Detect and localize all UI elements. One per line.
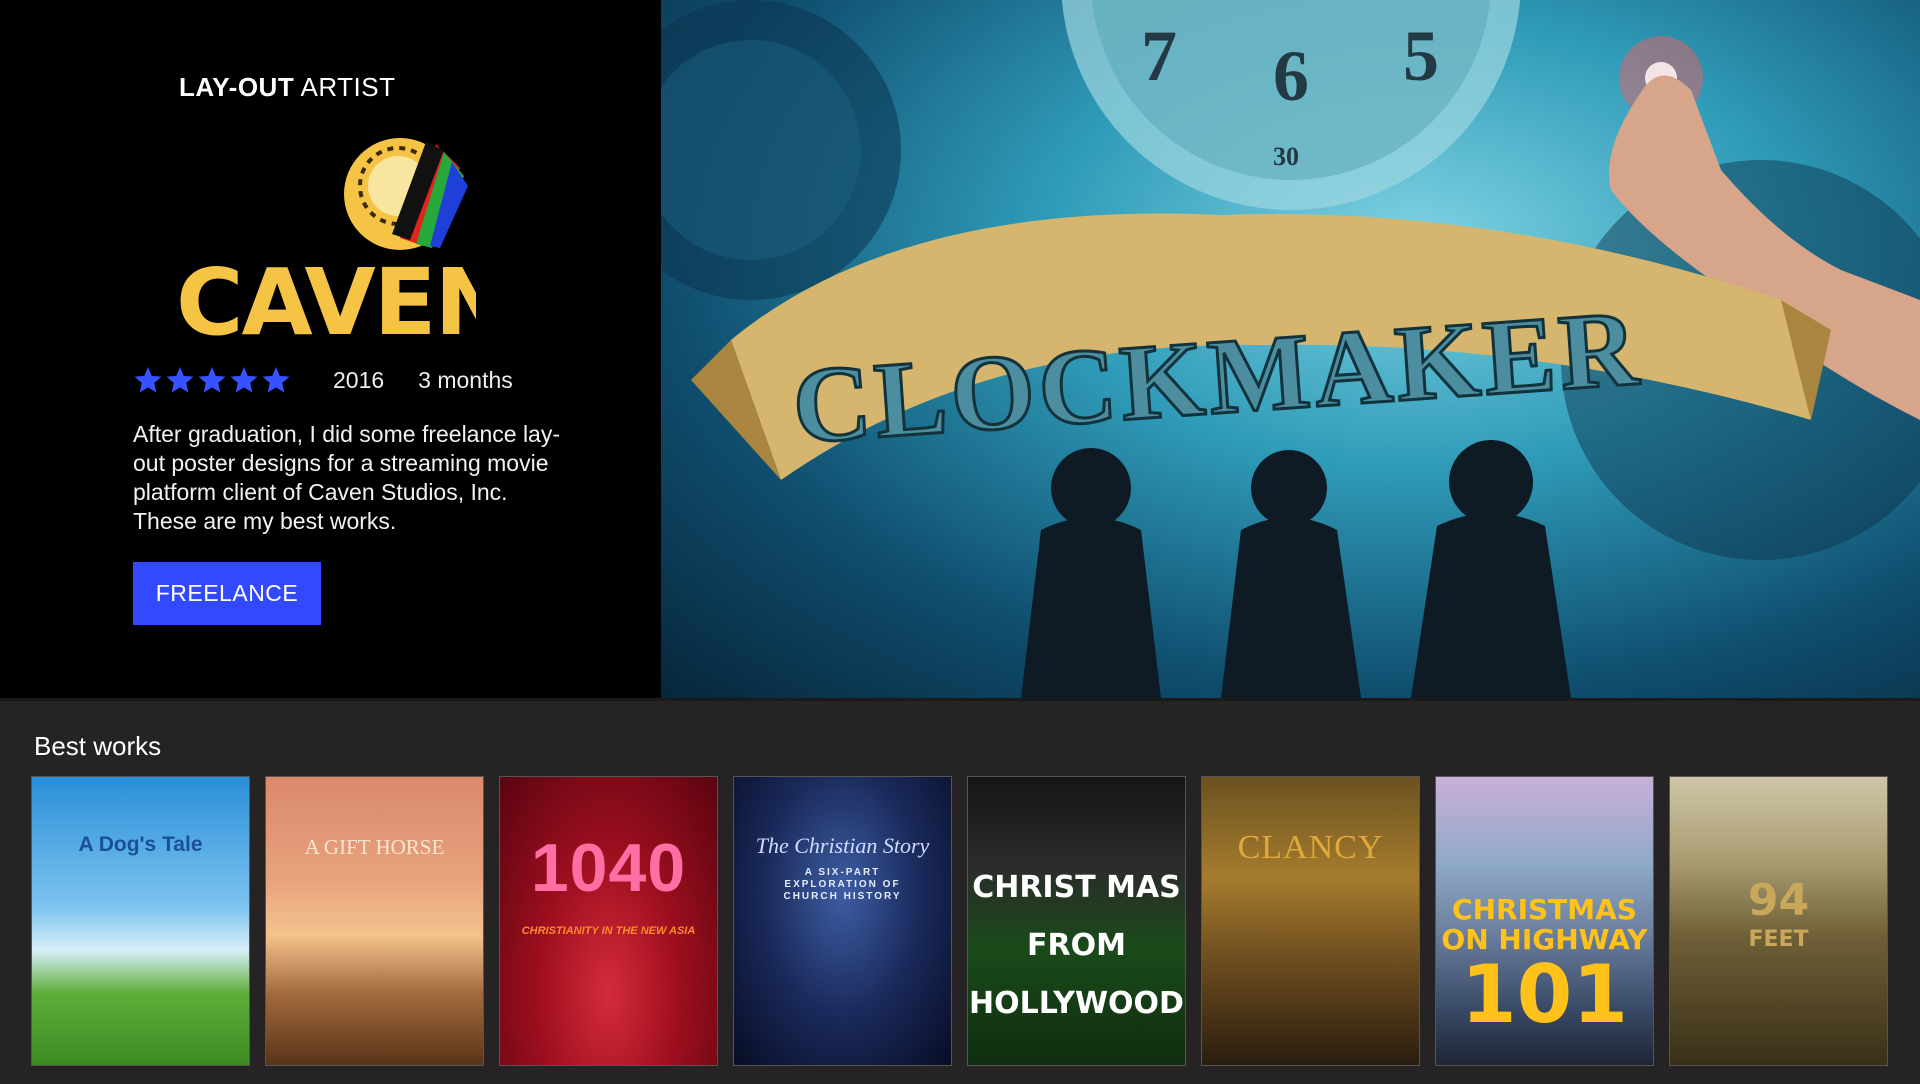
star-icon: [166, 366, 194, 393]
freelance-button[interactable]: FREELANCE: [133, 562, 321, 625]
caven-logo-mark: [344, 138, 468, 250]
role-title-rest: ARTIST: [294, 72, 396, 102]
project-meta-row: 2016 3 months: [133, 362, 513, 398]
role-title-bold: LAY-OUT: [179, 72, 295, 102]
star-icon: [198, 366, 226, 393]
poster-clancy[interactable]: CLANCY: [1201, 776, 1420, 1066]
poster-title: 94: [1747, 875, 1810, 926]
project-description: After graduation, I did some freelance l…: [133, 421, 561, 534]
star-icon: [230, 366, 258, 393]
poster-title: A GIFT HORSE: [304, 835, 445, 859]
best-works-section: Best works A Dog's Tale A GIFT HORSE 104…: [0, 698, 1920, 1084]
best-works-title: Best works: [34, 731, 162, 761]
poster-title: The Christian Story: [755, 833, 930, 858]
poster-a-dogs-tale[interactable]: A Dog's Tale: [31, 776, 250, 1066]
role-title: LAY-OUT ARTIST: [179, 72, 396, 103]
poster-subtitle: CHRISTIANITY IN THE NEW ASIA: [521, 925, 696, 937]
poster-title: CHRIST MAS FROM HOLLYWOOD: [969, 870, 1184, 1021]
project-info-panel: LAY-OUT ARTIST CAVEN 2016 3 months After…: [0, 0, 661, 698]
svg-text:CAVEN: CAVEN: [176, 249, 476, 346]
poster-title: A Dog's Tale: [78, 833, 203, 856]
featured-poster-clockmaker[interactable]: 7 6 5 30 CLOCKMAKER: [661, 0, 1920, 698]
clock-number-30: 30: [1273, 142, 1299, 171]
poster-title: 1040: [530, 830, 687, 906]
poster-title: CHRISTMAS ON HIGHWAY: [1441, 893, 1648, 956]
poster-subtitle: A SIX-PART EXPLORATION OF CHURCH HISTORY: [783, 867, 902, 902]
poster-94-feet[interactable]: 94 FEET: [1669, 776, 1888, 1066]
caven-wordmark: CAVEN: [176, 249, 476, 346]
poster-christmas-on-highway-101[interactable]: CHRISTMAS ON HIGHWAY 101: [1435, 776, 1654, 1066]
clock-number-6: 6: [1273, 36, 1309, 116]
poster-1040[interactable]: 1040 CHRISTIANITY IN THE NEW ASIA: [499, 776, 718, 1066]
rating-stars: [133, 365, 291, 395]
poster-christmas-from-hollywood[interactable]: CHRIST MAS FROM HOLLYWOOD: [967, 776, 1186, 1066]
poster-title: CLANCY: [1237, 829, 1384, 866]
clock-number-5: 5: [1403, 16, 1439, 96]
hero-section: LAY-OUT ARTIST CAVEN 2016 3 months After…: [0, 0, 1920, 698]
poster-subtitle: FEET: [1748, 927, 1809, 952]
poster-subtitle: 101: [1461, 948, 1628, 1041]
caven-logo: CAVEN: [176, 128, 476, 348]
poster-a-gift-horse[interactable]: A GIFT HORSE: [265, 776, 484, 1066]
clockmaker-artwork: 7 6 5 30 CLOCKMAKER: [661, 0, 1920, 698]
clock-number-7: 7: [1141, 16, 1177, 96]
project-year: 2016: [333, 366, 385, 393]
star-icon: [262, 366, 290, 393]
star-icon: [134, 366, 162, 393]
project-duration: 3 months: [418, 366, 513, 393]
best-works-list: A Dog's Tale A GIFT HORSE 1040 CHRISTIAN…: [31, 776, 1888, 1066]
poster-the-christian-story[interactable]: The Christian Story A SIX-PART EXPLORATI…: [733, 776, 952, 1066]
